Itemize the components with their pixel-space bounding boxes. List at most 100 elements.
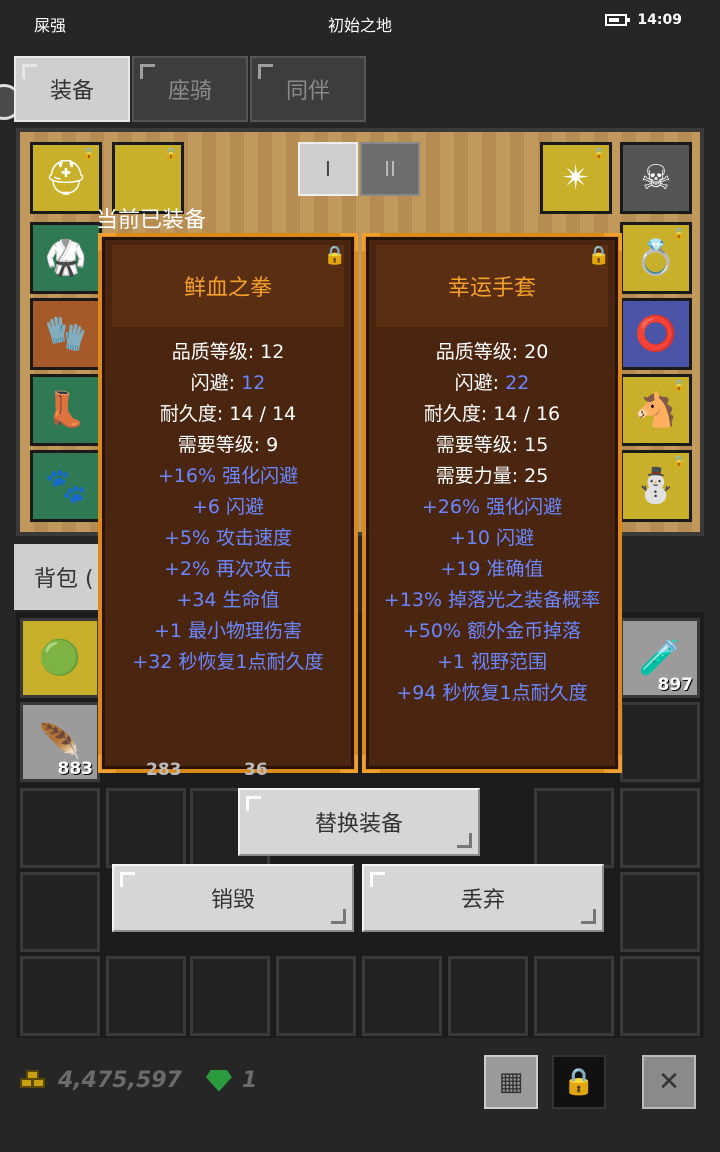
- item-quantity-partial: 283: [146, 760, 182, 780]
- inventory-slot-empty[interactable]: [20, 788, 100, 868]
- gem-amount: 1: [241, 1068, 258, 1093]
- lock-icon[interactable]: 🔒: [588, 245, 610, 266]
- card-corner: [98, 755, 116, 773]
- inventory-item-feather[interactable]: 🪶 883: [20, 702, 100, 782]
- equip-set-toggle-1[interactable]: I: [298, 142, 358, 196]
- stat-line: +13% 掉落光之装备概率: [383, 589, 601, 611]
- tab-equipment[interactable]: 装备: [14, 56, 130, 122]
- stat-line: 闪避: 22: [366, 368, 618, 399]
- inventory-slot-empty[interactable]: [620, 956, 700, 1036]
- stat-line: +32 秒恢复1点耐久度: [132, 651, 324, 673]
- lock-icon: 🔒: [592, 147, 606, 160]
- inventory-slot-empty[interactable]: [106, 956, 186, 1036]
- helmet-icon: ⛑: [44, 158, 88, 198]
- lock-icon: 🔒: [672, 227, 686, 240]
- stat-line: +1 视野范围: [436, 651, 548, 673]
- equip-slot-weapon[interactable]: ✴ 🔒: [540, 142, 612, 214]
- stat-line: +1 最小物理伤害: [153, 620, 303, 642]
- inventory-slot-empty[interactable]: [106, 788, 186, 868]
- equip-slot-helmet[interactable]: ⛑ 🔒: [30, 142, 102, 214]
- gold-coins-icon: [20, 1069, 48, 1092]
- inventory-slot-empty[interactable]: [190, 956, 270, 1036]
- stat-value: 12: [241, 372, 266, 394]
- inventory-slot-empty[interactable]: [534, 956, 614, 1036]
- stat-value: 22: [505, 372, 530, 394]
- inventory-slot-empty[interactable]: [20, 872, 100, 952]
- card-corner: [604, 755, 622, 773]
- stat-line: 耐久度: 14 / 16: [423, 403, 561, 425]
- item-stats: 品质等级: 20 闪避: 22 耐久度: 14 / 16 需要等级: 15 需要…: [366, 337, 618, 709]
- stat-line: 需要力量: 25: [435, 465, 549, 487]
- inventory-slot-empty[interactable]: [534, 788, 614, 868]
- green-orb-icon: 🟢: [38, 638, 82, 678]
- inventory-slot-empty[interactable]: [620, 788, 700, 868]
- lock-icon: 🔒: [562, 1067, 596, 1097]
- inventory-item-potion[interactable]: 🧪 897: [620, 618, 700, 698]
- selected-item-card: 幸运手套 🔒 品质等级: 20 闪避: 22 耐久度: 14 / 16 需要等级…: [362, 233, 622, 773]
- stat-label: 闪避:: [454, 372, 506, 394]
- gem-icon: [205, 1069, 232, 1092]
- inventory-slot-empty[interactable]: [20, 956, 100, 1036]
- tab-mounts[interactable]: 座骑: [132, 56, 248, 122]
- item-name: 幸运手套: [376, 245, 608, 327]
- snowman-charm-icon: ⛄: [634, 466, 678, 506]
- stat-line: +26% 强化闪避: [421, 496, 563, 518]
- stat-line: +6 闪避: [191, 496, 265, 518]
- ring-icon: 💍: [634, 238, 678, 278]
- equip-slot-offhand[interactable]: ☠: [620, 142, 692, 214]
- grid-view-button[interactable]: ▦: [484, 1055, 538, 1109]
- destroy-button[interactable]: 销毁: [112, 864, 354, 932]
- inventory-slot-empty[interactable]: [620, 872, 700, 952]
- status-bar: 屎强 初始之地 14:09: [0, 0, 720, 44]
- inventory-slot-empty[interactable]: [448, 956, 528, 1036]
- item-quantity: 883: [57, 759, 94, 779]
- gold-amount: 4,475,597: [58, 1068, 182, 1093]
- horse-charm-icon: 🐴: [634, 390, 678, 430]
- equip-slot-boots[interactable]: 👢: [30, 374, 102, 446]
- equip-slot-charm-2[interactable]: ⛄ 🔒: [620, 450, 692, 522]
- glove-icon: 🧤: [44, 314, 88, 354]
- equip-slot-gloves[interactable]: 🧤: [30, 298, 102, 370]
- close-icon: ✕: [658, 1067, 680, 1097]
- card-corner: [340, 755, 358, 773]
- battery-icon: [605, 14, 631, 26]
- inventory-slot-empty[interactable]: [276, 956, 356, 1036]
- close-button[interactable]: ✕: [642, 1055, 696, 1109]
- item-name: 鲜血之拳: [112, 245, 344, 327]
- equip-set-toggle-2[interactable]: II: [360, 142, 420, 196]
- replace-equipment-button[interactable]: 替换装备: [238, 788, 480, 856]
- stat-line: 需要等级: 9: [177, 434, 279, 456]
- bottom-bar: 4,475,597 1 ▦ 🔒 ✕: [0, 1050, 720, 1120]
- status-right: 14:09: [605, 12, 682, 28]
- equip-slot-ring-1[interactable]: 💍 🔒: [620, 222, 692, 294]
- stat-line: 品质等级: 12: [171, 341, 285, 363]
- stat-line: +10 闪避: [449, 527, 535, 549]
- lock-toggle-button[interactable]: 🔒: [552, 1055, 606, 1109]
- inventory-slot-empty[interactable]: [362, 956, 442, 1036]
- lock-icon: 🔒: [672, 455, 686, 468]
- inventory-slot-empty[interactable]: [620, 702, 700, 782]
- discard-button[interactable]: 丢弃: [362, 864, 604, 932]
- ring-icon: ⭕: [634, 314, 678, 354]
- belt-icon: 🐾: [44, 466, 88, 506]
- item-stats: 品质等级: 12 闪避: 12 耐久度: 14 / 14 需要等级: 9 +16…: [102, 337, 354, 678]
- equip-slot-armor[interactable]: 🥋: [30, 222, 102, 294]
- stat-line: 闪避: 12: [102, 368, 354, 399]
- status-time: 14:09: [637, 12, 682, 28]
- stat-line: 品质等级: 20: [435, 341, 549, 363]
- equip-slot-ring-2[interactable]: ⭕: [620, 298, 692, 370]
- inventory-item-gem[interactable]: 🟢: [20, 618, 100, 698]
- lock-icon[interactable]: 🔒: [324, 245, 346, 266]
- equipped-title: 当前已装备: [96, 208, 207, 233]
- stat-line: +50% 额外金币掉落: [402, 620, 582, 642]
- equip-slot-belt[interactable]: 🐾: [30, 450, 102, 522]
- currency-display: 4,475,597 1: [20, 1068, 257, 1093]
- lock-icon: 🔒: [164, 147, 178, 160]
- stat-line: +34 生命值: [176, 589, 280, 611]
- armor-icon: 🥋: [44, 238, 88, 278]
- lock-icon: 🔒: [672, 379, 686, 392]
- grid-icon: ▦: [498, 1067, 524, 1097]
- tab-companions[interactable]: 同伴: [250, 56, 366, 122]
- tab-backpack[interactable]: 背包 (: [14, 544, 110, 610]
- equip-slot-charm-1[interactable]: 🐴 🔒: [620, 374, 692, 446]
